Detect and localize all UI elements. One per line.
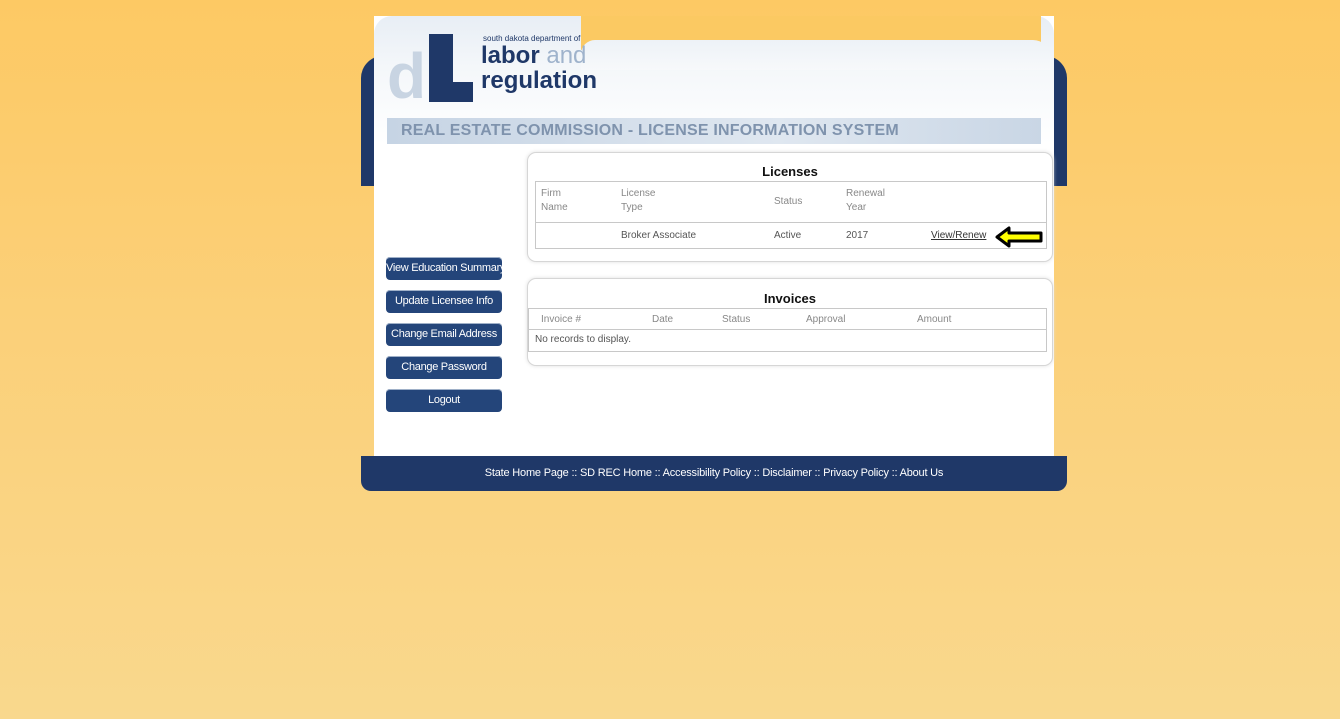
footer-links[interactable]: State Home Page :: SD REC Home :: Access…: [361, 467, 1067, 479]
logo-labor-word: labor: [481, 42, 540, 69]
table-row: Broker Associate Active 2017 View/Renew: [536, 223, 1046, 247]
licenses-table: Firm Name License Type Status Renewal Year …: [535, 181, 1047, 249]
col-header-renewal-year: Renewal Year: [846, 188, 885, 213]
empty-records-message: No records to display.: [535, 334, 631, 345]
col-header-amount: Amount: [917, 314, 952, 325]
footer-bar: State Home Page :: SD REC Home :: Access…: [361, 456, 1067, 491]
logo-l-glyph-foot: [429, 82, 473, 102]
col-header-status: Status: [722, 314, 751, 325]
invoices-header-row: Invoice # Date Status Approval Amount: [529, 309, 1046, 330]
licenses-header-row: Firm Name License Type Status Renewal Year: [536, 182, 1046, 223]
system-title: REAL ESTATE COMMISSION - LICENSE INFORMA…: [401, 122, 899, 139]
dlr-logo[interactable]: d south dakota department of labor and r…: [387, 30, 597, 112]
invoices-panel: Invoices Invoice # Date Status Approval …: [527, 278, 1053, 366]
logo-and-word: and: [546, 42, 587, 69]
logo-labor-line: labor and: [481, 44, 586, 68]
view-renew-link[interactable]: View/Renew: [931, 229, 986, 243]
logo-d-glyph: d: [387, 40, 426, 112]
licenses-panel: Licenses Firm Name License Type Status Ren…: [527, 152, 1053, 262]
logout-button[interactable]: Logout: [386, 389, 502, 412]
col-header-approval: Approval: [806, 314, 846, 325]
invoices-table: Invoice # Date Status Approval Amount No…: [528, 308, 1047, 352]
col-header-license-type: License Type: [621, 188, 656, 213]
invoices-title: Invoices: [763, 291, 817, 306]
cell-status: Active: [774, 230, 802, 241]
col-header-date: Date: [652, 314, 674, 325]
cell-renewal-year: 2017: [846, 230, 869, 241]
view-education-summary-button[interactable]: View Education Summary: [386, 257, 502, 280]
col-header-status: Status: [774, 196, 803, 207]
system-title-bar: REAL ESTATE COMMISSION - LICENSE INFORMA…: [387, 118, 1041, 144]
update-licensee-info-button[interactable]: Update Licensee Info: [386, 290, 502, 313]
licenses-title: Licenses: [762, 164, 818, 179]
change-password-button[interactable]: Change Password: [386, 356, 502, 379]
logo-regulation-word: regulation: [481, 67, 598, 94]
header-tab: [581, 40, 1051, 70]
col-header-firm-name: Firm Name: [541, 188, 568, 213]
sidebar-nav: View Education Summary Update Licensee I…: [386, 257, 502, 422]
cell-license-type: Broker Associate: [621, 230, 697, 241]
col-header-invoice: Invoice #: [541, 314, 582, 325]
change-email-address-button[interactable]: Change Email Address: [386, 323, 502, 346]
left-arrow-icon: [995, 226, 1043, 248]
